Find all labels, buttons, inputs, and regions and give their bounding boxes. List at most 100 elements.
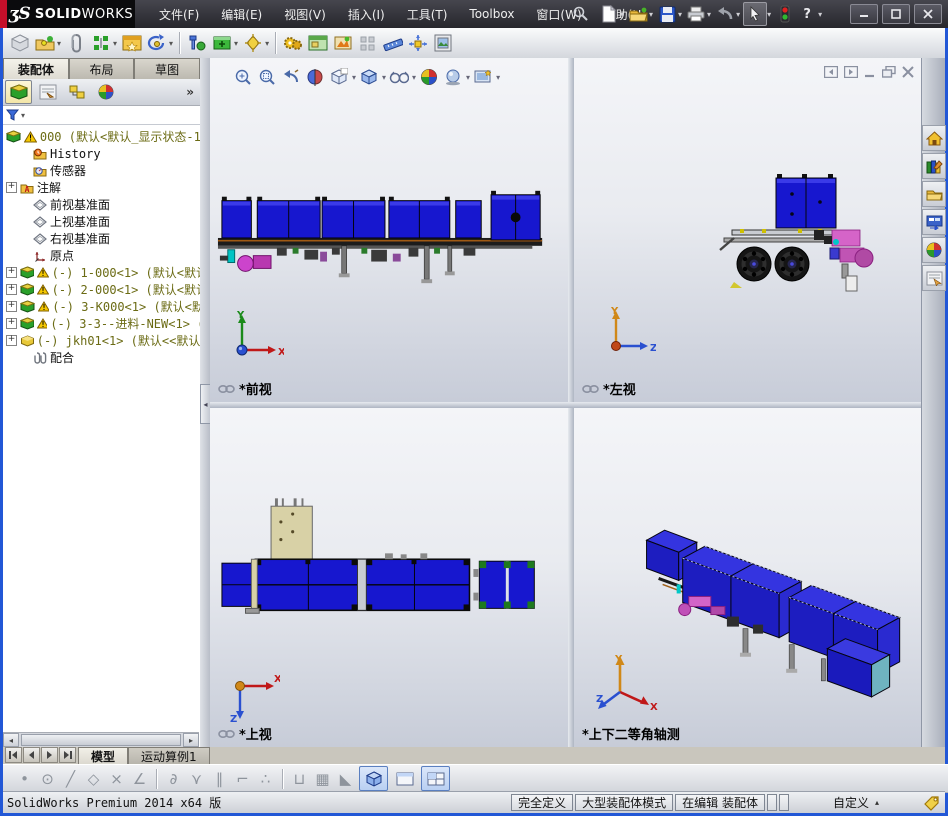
view-palette-icon[interactable] [922,209,946,235]
previous-pane-icon[interactable] [824,66,838,78]
open-dropdown-icon[interactable]: ▾ [649,10,653,19]
snap-points-icon[interactable]: ∴ [254,770,277,788]
viewport-isometric[interactable]: Y X Z *上下二等角轴测 [574,408,922,747]
undo-button[interactable] [714,3,736,25]
custom-properties-icon[interactable] [922,265,946,291]
help-dropdown-icon[interactable]: ▾ [818,10,822,19]
snap-parallel-icon[interactable]: ∥ [208,770,231,788]
viewport-top[interactable]: X Z *上视 [210,408,568,747]
select-button[interactable] [743,2,767,26]
four-view-button[interactable] [421,766,450,791]
edit-appearance-icon[interactable] [418,66,440,88]
options-button[interactable] [774,3,796,25]
open-button[interactable] [627,3,649,25]
tab-motion-study[interactable]: 运动算例1 [128,747,210,764]
last-tab-button[interactable] [59,747,76,763]
propertymanager-tab[interactable] [34,80,61,104]
insert-component-icon[interactable] [7,31,32,55]
undo-dropdown-icon[interactable]: ▾ [736,10,740,19]
tree-item-component-3[interactable]: + ! (-) 3-K000<1> (默认<默 [3,298,200,315]
tree-horizontal-scrollbar[interactable]: ◂ ▸ [3,732,199,747]
tab-sketch[interactable]: 草图 [134,58,200,79]
new-dropdown-icon[interactable]: ▾ [620,10,624,19]
move-component-icon[interactable] [209,31,234,55]
menu-item[interactable]: Toolbox [458,0,525,28]
smart-component-icon[interactable] [240,31,265,55]
expand-icon[interactable]: + [6,182,17,193]
select-dropdown-icon[interactable]: ▾ [767,10,771,19]
expand-icon[interactable]: + [6,301,17,312]
tree-item-mates[interactable]: 配合 [3,349,200,366]
previous-view-icon[interactable] [280,66,302,88]
help-button[interactable]: ? [796,3,818,25]
snap-angle-snaps-icon[interactable]: ◣ [334,770,357,788]
close-button[interactable] [914,4,942,24]
view-settings-icon[interactable] [472,66,494,88]
menu-item[interactable]: 编辑(E) [210,0,273,28]
snap-point-icon[interactable]: • [13,770,36,788]
prev-tab-button[interactable] [23,747,40,763]
menu-item[interactable]: 插入(I) [337,0,396,28]
tree-item-front-plane[interactable]: 前视基准面 [3,196,200,213]
viewport-front[interactable]: ▾ ▾ ▾ ▾ ▾ [210,58,568,402]
tree-item-history[interactable]: History [3,145,200,162]
solidworks-resources-icon[interactable] [922,125,946,151]
snap-center-icon[interactable]: ⊙ [36,770,59,788]
tree-item-component-2[interactable]: + ! (-) 2-000<1> (默认<默认 [3,281,200,298]
pattern-icon-disabled[interactable] [355,31,380,55]
horizontal-viewport-splitter[interactable] [210,402,922,408]
exploded-view-icon[interactable] [405,31,430,55]
panel-splitter[interactable]: ◂ [200,58,210,747]
section-view-icon[interactable] [304,66,326,88]
menu-item[interactable]: 工具(T) [396,0,459,28]
snap-grid-icon[interactable]: ▦ [311,770,334,788]
view-orientation-icon[interactable] [328,66,350,88]
attachment-paperclip-icon[interactable] [63,31,88,55]
mate-icon[interactable] [88,31,113,55]
snap-tangent-icon[interactable]: ∂ [162,770,185,788]
manager-overflow-chevron[interactable]: » [186,85,194,99]
expand-icon[interactable]: + [6,318,17,329]
configurationmanager-tab[interactable] [63,80,90,104]
maximize-button[interactable] [882,4,910,24]
featuremanager-tree-tab[interactable] [5,80,32,104]
reference-window-icon[interactable] [305,31,330,55]
design-library-icon[interactable] [922,153,946,179]
menu-item[interactable]: 视图(V) [273,0,337,28]
doc-restore-icon[interactable] [882,66,896,78]
file-explorer-icon[interactable] [922,181,946,207]
status-custom-dropdown[interactable]: 自定义 ▴ [791,795,921,810]
next-pane-icon[interactable] [844,66,858,78]
zoom-area-icon[interactable] [256,66,278,88]
shaded-view-button[interactable] [359,766,388,791]
assembly-features-icon[interactable] [280,31,305,55]
snap-midpoint-icon[interactable]: ⋎ [185,770,208,788]
minimize-button[interactable] [850,4,878,24]
display-style-icon[interactable] [358,66,380,88]
appearances-scenes-icon[interactable] [922,237,946,263]
doc-minimize-icon[interactable] [864,66,876,78]
open-assembly-icon[interactable] [32,31,57,55]
tree-item-component-5[interactable]: + (-) jkh01<1> (默认<<默认>_ [3,332,200,349]
image-frame-icon[interactable] [430,31,455,55]
first-tab-button[interactable] [5,747,22,763]
next-tab-button[interactable] [41,747,58,763]
print-button[interactable] [685,3,707,25]
tab-layout[interactable]: 布局 [69,58,135,79]
menu-item[interactable]: 文件(F) [148,0,210,28]
tree-item-right-plane[interactable]: 右视基准面 [3,230,200,247]
measure-icon[interactable] [380,31,405,55]
rotate-component-icon[interactable] [144,31,169,55]
tree-item-origin[interactable]: 原点 [3,247,200,264]
snap-angle-icon[interactable]: ∠ [128,770,151,788]
apply-scene-icon[interactable] [442,66,464,88]
tree-item-component-4[interactable]: + ! (-) 3-3--进料-NEW<1> (默 [3,315,200,332]
displaymanager-tab[interactable] [92,80,119,104]
snap-length-icon[interactable]: ⊔ [288,770,311,788]
filter-funnel-icon[interactable] [6,109,19,121]
tree-item-annotations[interactable]: + A 注解 [3,179,200,196]
save-button[interactable] [656,3,678,25]
scroll-thumb[interactable] [21,734,181,746]
expand-icon[interactable]: + [6,284,17,295]
motion-study-icon[interactable] [330,31,355,55]
